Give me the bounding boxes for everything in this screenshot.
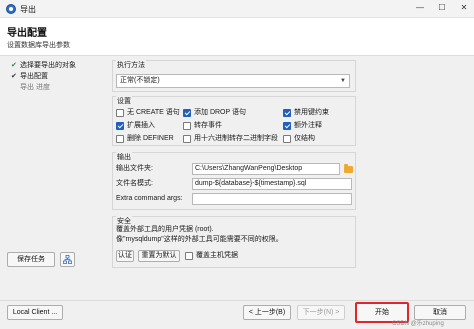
output-folder-label: 输出文件夹: [116,165,153,172]
folder-icon[interactable] [344,164,353,173]
close-button[interactable]: ✕ [458,2,470,14]
checkbox[interactable] [183,109,191,117]
page-header: 导出配置 设置数据库导出参数 [0,18,474,56]
footer-divider [0,300,474,301]
checkbox[interactable] [116,109,124,117]
app-icon [6,4,16,14]
check-icon: ✔ [11,62,17,69]
option-label: 删除 DEFINER [127,135,174,142]
option-label: 覆盖主机凭据 [196,252,238,259]
config-panel: 执行方法 正常(不锁定) ▼ 设置 无 CREATE 语句 添加 DROP 语句… [112,60,356,305]
security-group: 安全 覆盖外部工具的用户凭据 (root). 像"mysqldump"这样的外部… [112,216,356,268]
option-disable-keys[interactable]: 禁用键约束 [283,108,329,118]
extra-args-input[interactable] [192,193,352,205]
wizard-steps: ✔ 选择要导出的对象 ✔ 导出配置 导出 进度 [8,60,108,93]
checkbox[interactable] [183,135,191,143]
step-export-progress[interactable]: 导出 进度 [8,82,108,93]
window-title: 导出 [20,5,36,14]
auth-button[interactable]: 认证 [116,250,134,262]
title-bar: 导出 — ☐ ✕ [0,0,474,18]
option-hex-blob[interactable]: 用十六进制转存二进制字段 [183,134,278,144]
method-select[interactable]: 正常(不锁定) ▼ [116,74,350,88]
method-selected: 正常(不锁定) [120,77,160,84]
option-label: 添加 DROP 语句 [194,109,246,116]
option-remove-definer[interactable]: 删除 DEFINER [116,134,174,144]
step-export-config[interactable]: ✔ 导出配置 [8,71,108,82]
option-label: 仅结构 [294,135,315,142]
security-line-2: 像"mysqldump"这样的外部工具可能需要不同的权限。 [116,236,283,243]
checkbox[interactable] [283,109,291,117]
checkbox[interactable] [283,122,291,130]
method-title: 执行方法 [116,60,146,70]
checkbox[interactable] [185,252,193,260]
page-subtitle: 设置数据库导出参数 [7,42,70,49]
minimize-button[interactable]: — [414,2,426,14]
option-add-drop[interactable]: 添加 DROP 语句 [183,108,246,118]
network-icon-button[interactable] [60,252,75,267]
filename-pattern-input[interactable]: dump-${database}-${timestamp}.sql [192,178,352,190]
step-select-objects[interactable]: ✔ 选择要导出的对象 [8,60,108,71]
reset-default-button[interactable]: 重置为默认 [138,250,180,262]
option-label: 无 CREATE 语句 [127,109,180,116]
method-group: 执行方法 正常(不锁定) ▼ [112,60,356,92]
option-label: 禁用键约束 [294,109,329,116]
local-client-button[interactable]: Local Client ... [7,305,63,320]
filename-pattern-label: 文件名模式: [116,180,153,187]
save-task-button[interactable]: 保存任务 [7,252,55,267]
output-folder-input[interactable]: C:\Users\ZhangWanPeng\Desktop [192,163,340,175]
step-label: 导出 进度 [20,84,50,91]
checkbox[interactable] [116,135,124,143]
settings-title: 设置 [116,96,132,106]
option-extra-comments[interactable]: 额外注释 [283,121,322,131]
extra-args-label: Extra command args: [116,195,183,202]
check-icon: ✔ [11,73,17,80]
settings-group: 设置 无 CREATE 语句 添加 DROP 语句 禁用键约束 扩展插入 转存事… [112,96,356,146]
override-host-credentials[interactable]: 覆盖主机凭据 [185,251,238,261]
chevron-down-icon: ▼ [340,78,346,84]
option-dump-events[interactable]: 转存事件 [183,121,222,131]
option-no-create[interactable]: 无 CREATE 语句 [116,108,180,118]
option-label: 用十六进制转存二进制字段 [194,135,278,142]
output-title: 输出 [116,152,132,162]
output-group: 输出 输出文件夹: C:\Users\ZhangWanPeng\Desktop … [112,152,356,210]
option-label: 转存事件 [194,122,222,129]
prev-button[interactable]: < 上一步(B) [243,305,291,320]
option-label: 扩展插入 [127,122,155,129]
security-line-1: 覆盖外部工具的用户凭据 (root). [116,226,214,233]
step-label: 导出配置 [20,73,48,80]
next-button[interactable]: 下一步(N) > [297,305,345,320]
option-structure-only[interactable]: 仅结构 [283,134,315,144]
maximize-button[interactable]: ☐ [436,2,448,14]
checkbox[interactable] [116,122,124,130]
option-extended-insert[interactable]: 扩展插入 [116,121,155,131]
page-title: 导出配置 [7,28,47,39]
checkbox[interactable] [283,135,291,143]
option-label: 额外注释 [294,122,322,129]
checkbox[interactable] [183,122,191,130]
network-icon [63,255,72,264]
watermark: CSDN @乐zhuping [392,321,444,327]
step-label: 选择要导出的对象 [20,62,76,69]
